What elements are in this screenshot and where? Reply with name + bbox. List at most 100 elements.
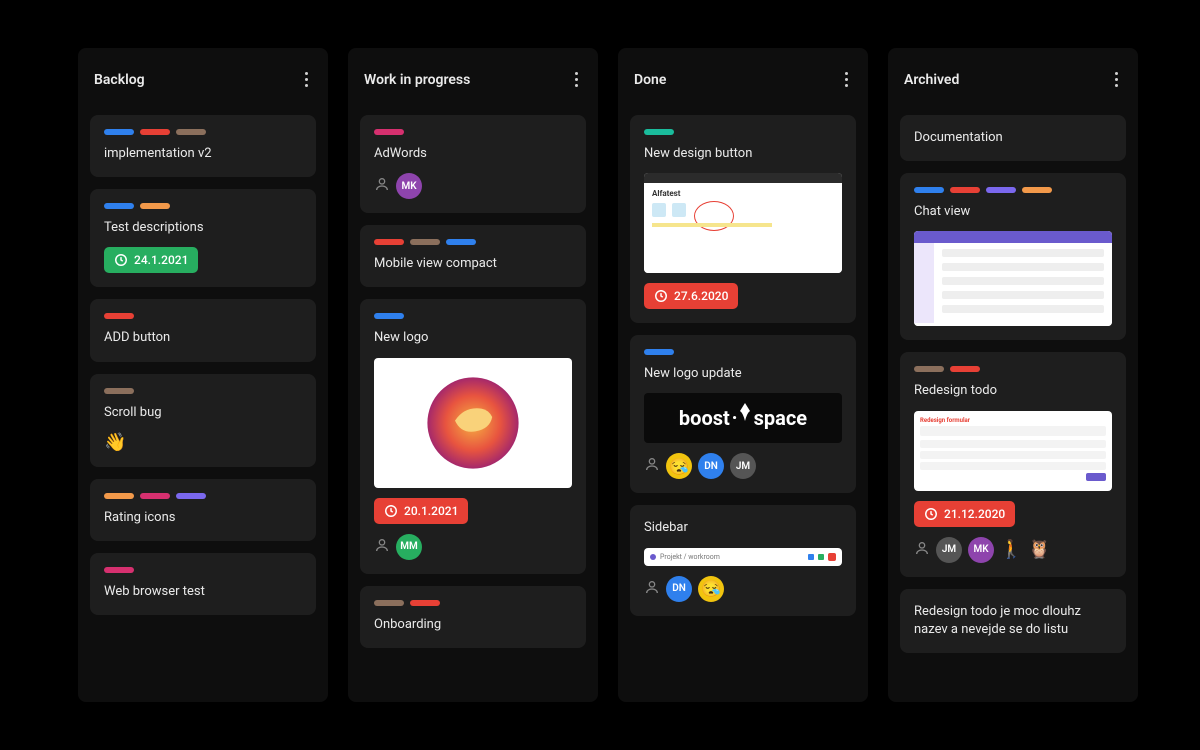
card-title: Mobile view compact bbox=[374, 255, 572, 273]
kanban-card[interactable]: Onboarding bbox=[360, 586, 586, 648]
kanban-column: Archived Documentation Chat view Redesign t… bbox=[888, 48, 1138, 702]
avatar[interactable]: 😪 bbox=[698, 576, 724, 602]
kanban-card[interactable]: Web browser test bbox=[90, 553, 316, 615]
card-title: Redesign todo bbox=[914, 382, 1112, 400]
avatar[interactable]: 😪 bbox=[666, 453, 692, 479]
due-date-text: 20.1.2021 bbox=[404, 504, 458, 518]
tag-pill bbox=[104, 313, 134, 319]
kanban-card[interactable]: Sidebar Projekt / workroom DN😪 bbox=[630, 505, 856, 615]
kanban-card[interactable]: Scroll bug 👋 bbox=[90, 374, 316, 467]
person-icon bbox=[644, 579, 660, 599]
tag-pill bbox=[950, 366, 980, 372]
kanban-column: DoneNew design buttonAlfatest27.6.2020Ne… bbox=[618, 48, 868, 702]
kanban-card[interactable]: ADD button bbox=[90, 299, 316, 361]
tag-pill bbox=[140, 493, 170, 499]
more-menu-icon[interactable] bbox=[301, 68, 312, 91]
kanban-card[interactable]: Test descriptions 24.1.2021 bbox=[90, 189, 316, 287]
kanban-card[interactable]: New logo 20.1.2021 MM bbox=[360, 299, 586, 573]
card-tags bbox=[104, 388, 302, 394]
avatar[interactable]: JM bbox=[936, 537, 962, 563]
kanban-card[interactable]: Documentation bbox=[900, 115, 1126, 161]
kanban-card[interactable]: Rating icons bbox=[90, 479, 316, 541]
avatar[interactable]: MK bbox=[968, 537, 994, 563]
kanban-column: Backlog implementation v2 Test description… bbox=[78, 48, 328, 702]
card-title: Rating icons bbox=[104, 509, 302, 527]
kanban-card[interactable]: implementation v2 bbox=[90, 115, 316, 177]
kanban-card[interactable]: Mobile view compact bbox=[360, 225, 586, 287]
card-tags bbox=[644, 129, 842, 135]
card-title: New design button bbox=[644, 145, 842, 163]
person-icon bbox=[374, 176, 390, 196]
tag-pill bbox=[410, 600, 440, 606]
tag-pill bbox=[374, 239, 404, 245]
kanban-card[interactable]: Redesign todo je moc dlouhz nazev a neve… bbox=[900, 589, 1126, 653]
card-title: Documentation bbox=[914, 129, 1112, 147]
kanban-card[interactable]: New logo updateboost.space😪DNJM bbox=[630, 335, 856, 493]
card-title: Scroll bug bbox=[104, 404, 302, 422]
card-footer: 👋 bbox=[104, 432, 302, 453]
kanban-card[interactable]: New design buttonAlfatest27.6.2020 bbox=[630, 115, 856, 323]
card-title: Test descriptions bbox=[104, 219, 302, 237]
card-tags bbox=[104, 203, 302, 209]
person-icon bbox=[914, 540, 930, 560]
tag-pill bbox=[914, 366, 944, 372]
card-title: New logo update bbox=[644, 365, 842, 383]
card-tags bbox=[374, 129, 572, 135]
tag-pill bbox=[374, 313, 404, 319]
card-tags bbox=[374, 313, 572, 319]
tag-pill bbox=[176, 129, 206, 135]
column-title: Backlog bbox=[94, 72, 145, 88]
tag-pill bbox=[914, 187, 944, 193]
card-title: Onboarding bbox=[374, 616, 572, 634]
card-title: Chat view bbox=[914, 203, 1112, 221]
card-title: New logo bbox=[374, 329, 572, 347]
more-menu-icon[interactable] bbox=[1111, 68, 1122, 91]
card-thumbnail: Redesign formular bbox=[914, 411, 1112, 491]
reaction-emoji[interactable]: 🚶 bbox=[1000, 539, 1022, 560]
tag-pill bbox=[104, 493, 134, 499]
card-thumbnail: Projekt / workroom bbox=[644, 548, 842, 566]
due-date-text: 27.6.2020 bbox=[674, 289, 728, 303]
due-date-badge: 27.6.2020 bbox=[644, 283, 738, 309]
more-menu-icon[interactable] bbox=[841, 68, 852, 91]
tag-pill bbox=[410, 239, 440, 245]
column-header: Work in progress bbox=[360, 60, 586, 103]
reaction-emoji[interactable]: 🦉 bbox=[1028, 539, 1050, 560]
card-thumbnail bbox=[914, 231, 1112, 326]
card-tags bbox=[104, 493, 302, 499]
kanban-card[interactable]: AdWords MK bbox=[360, 115, 586, 213]
column-title: Archived bbox=[904, 72, 959, 88]
avatar[interactable]: DN bbox=[666, 576, 692, 602]
card-tags bbox=[104, 567, 302, 573]
column-header: Done bbox=[630, 60, 856, 103]
tag-pill bbox=[1022, 187, 1052, 193]
card-title: implementation v2 bbox=[104, 145, 302, 163]
column-title: Work in progress bbox=[364, 72, 470, 88]
reaction-emoji[interactable]: 👋 bbox=[104, 432, 126, 453]
tag-pill bbox=[644, 349, 674, 355]
card-title: AdWords bbox=[374, 145, 572, 163]
card-tags bbox=[644, 349, 842, 355]
card-title: Sidebar bbox=[644, 519, 842, 537]
due-date-text: 24.1.2021 bbox=[134, 253, 188, 267]
avatar[interactable]: MK bbox=[396, 173, 422, 199]
tag-pill bbox=[446, 239, 476, 245]
due-date-badge: 24.1.2021 bbox=[104, 247, 198, 273]
card-footer: MK bbox=[374, 173, 572, 199]
card-tags bbox=[914, 366, 1112, 372]
kanban-card[interactable]: Chat view bbox=[900, 173, 1126, 340]
due-date-badge: 20.1.2021 bbox=[374, 498, 468, 524]
avatar[interactable]: DN bbox=[698, 453, 724, 479]
tag-pill bbox=[104, 567, 134, 573]
tag-pill bbox=[986, 187, 1016, 193]
card-footer: MM bbox=[374, 534, 572, 560]
avatar[interactable]: JM bbox=[730, 453, 756, 479]
tag-pill bbox=[140, 129, 170, 135]
tag-pill bbox=[104, 388, 134, 394]
tag-pill bbox=[140, 203, 170, 209]
column-header: Backlog bbox=[90, 60, 316, 103]
card-title: Redesign todo je moc dlouhz nazev a neve… bbox=[914, 603, 1112, 639]
avatar[interactable]: MM bbox=[396, 534, 422, 560]
more-menu-icon[interactable] bbox=[571, 68, 582, 91]
kanban-card[interactable]: Redesign todoRedesign formular21.12.2020… bbox=[900, 352, 1126, 576]
